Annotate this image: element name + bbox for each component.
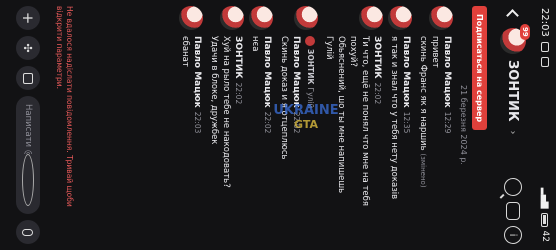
microphone-icon	[22, 228, 34, 236]
apps-icon: ✣	[21, 43, 35, 53]
reply-avatar	[305, 36, 315, 46]
message-text: привет	[430, 36, 440, 68]
message-input-placeholder: Написати @з...	[23, 104, 33, 154]
message-author[interactable]: Павло Мацюк	[400, 36, 412, 108]
avatar[interactable]	[429, 6, 453, 30]
battery-icon	[541, 212, 549, 227]
subscribe-button[interactable]: Подписаться на сервер	[472, 6, 487, 131]
message-text: Удачи в блоке, дружбек	[209, 36, 219, 145]
message-text: єбанат	[180, 36, 190, 67]
message-composer: + ✣ Написати @з...	[12, 0, 44, 250]
reply-author: ЗОНТИК	[306, 49, 315, 85]
message-text: я так и знал что у тебя нету доказів	[389, 36, 399, 200]
signal-icon: ▂▄▆	[540, 187, 550, 209]
clock: 22:03	[539, 8, 551, 37]
avatar[interactable]	[388, 6, 412, 30]
message-time: 22:02	[234, 82, 243, 105]
message-author[interactable]: ЗОНТИК	[232, 36, 244, 79]
message-time: 22:03	[193, 111, 202, 134]
message-input[interactable]: Написати @з...	[16, 96, 40, 214]
avatar[interactable]	[220, 6, 244, 30]
app-screen: 22:03 ▂▄▆ 42 99 ЗОНТИК › i Подписаться н…	[0, 0, 556, 250]
subscribe-banner: Подписаться на сервер	[472, 0, 492, 250]
notification-icon	[541, 41, 549, 52]
chat-title[interactable]: ЗОНТИК	[506, 60, 521, 122]
edited-label: (змінено)	[419, 153, 427, 188]
message-author[interactable]: Павло Мацюк	[261, 36, 273, 108]
chat-header: 99 ЗОНТИК › i	[492, 0, 534, 250]
date-separator: 21 березня 2024 р.	[459, 85, 468, 165]
back-icon[interactable]	[505, 6, 521, 22]
message-time: 12:29	[443, 111, 452, 134]
battery-level: 42	[540, 230, 550, 242]
watermark-logo: UKRAINE GTA	[273, 103, 339, 131]
apps-button[interactable]: ✣	[16, 36, 40, 60]
status-bar: 22:03 ▂▄▆ 42	[534, 0, 556, 250]
message-author[interactable]: Павло Мацюк	[290, 36, 302, 108]
message-item[interactable]: Павло Мацюк 12:35 я так и знал что у теб…	[388, 6, 412, 244]
message-time: 12:35	[402, 111, 411, 134]
message-item[interactable]: Павло Мацюк 12:29 привет скинь Франс як …	[417, 6, 453, 244]
message-item[interactable]: Павло Мацюк 22:03 єбанат	[179, 6, 203, 244]
info-icon[interactable]: i	[504, 226, 522, 244]
message-item[interactable]: ЗОНТИК 22:02 Хуй на рыло тебе не накодов…	[208, 6, 244, 244]
message-text: нєа	[250, 36, 260, 52]
add-attachment-button[interactable]: +	[16, 6, 40, 30]
gift-button[interactable]	[16, 66, 40, 90]
avatar[interactable]	[249, 6, 273, 30]
message-author[interactable]: Павло Мацюк	[191, 36, 203, 108]
send-error-message[interactable]: Не вдалося надіслати повідомлення. Трива…	[54, 6, 74, 244]
video-call-icon[interactable]	[506, 202, 520, 220]
message-time: 22:02	[373, 82, 382, 105]
voice-button[interactable]	[16, 220, 40, 244]
message-text: скинь Франс як я наршиь (змінено)	[418, 36, 428, 188]
notification-icon	[541, 56, 549, 67]
search-icon[interactable]	[504, 178, 522, 196]
chevron-right-icon[interactable]: ›	[508, 131, 519, 135]
emoji-icon[interactable]	[22, 154, 34, 206]
avatar[interactable]	[359, 6, 383, 30]
gift-icon	[23, 72, 33, 84]
message-text: Ти что, ещё не понял что мне на тебя	[360, 36, 370, 206]
plus-icon: +	[19, 11, 38, 25]
avatar[interactable]	[294, 6, 318, 30]
message-author[interactable]: Павло Мацюк	[441, 36, 453, 108]
message-author[interactable]: ЗОНТИК	[371, 36, 383, 79]
avatar[interactable]	[179, 6, 203, 30]
unread-badge: 99	[520, 24, 530, 40]
message-text: Хуй на рыло тебе не накодовать?	[221, 36, 231, 188]
